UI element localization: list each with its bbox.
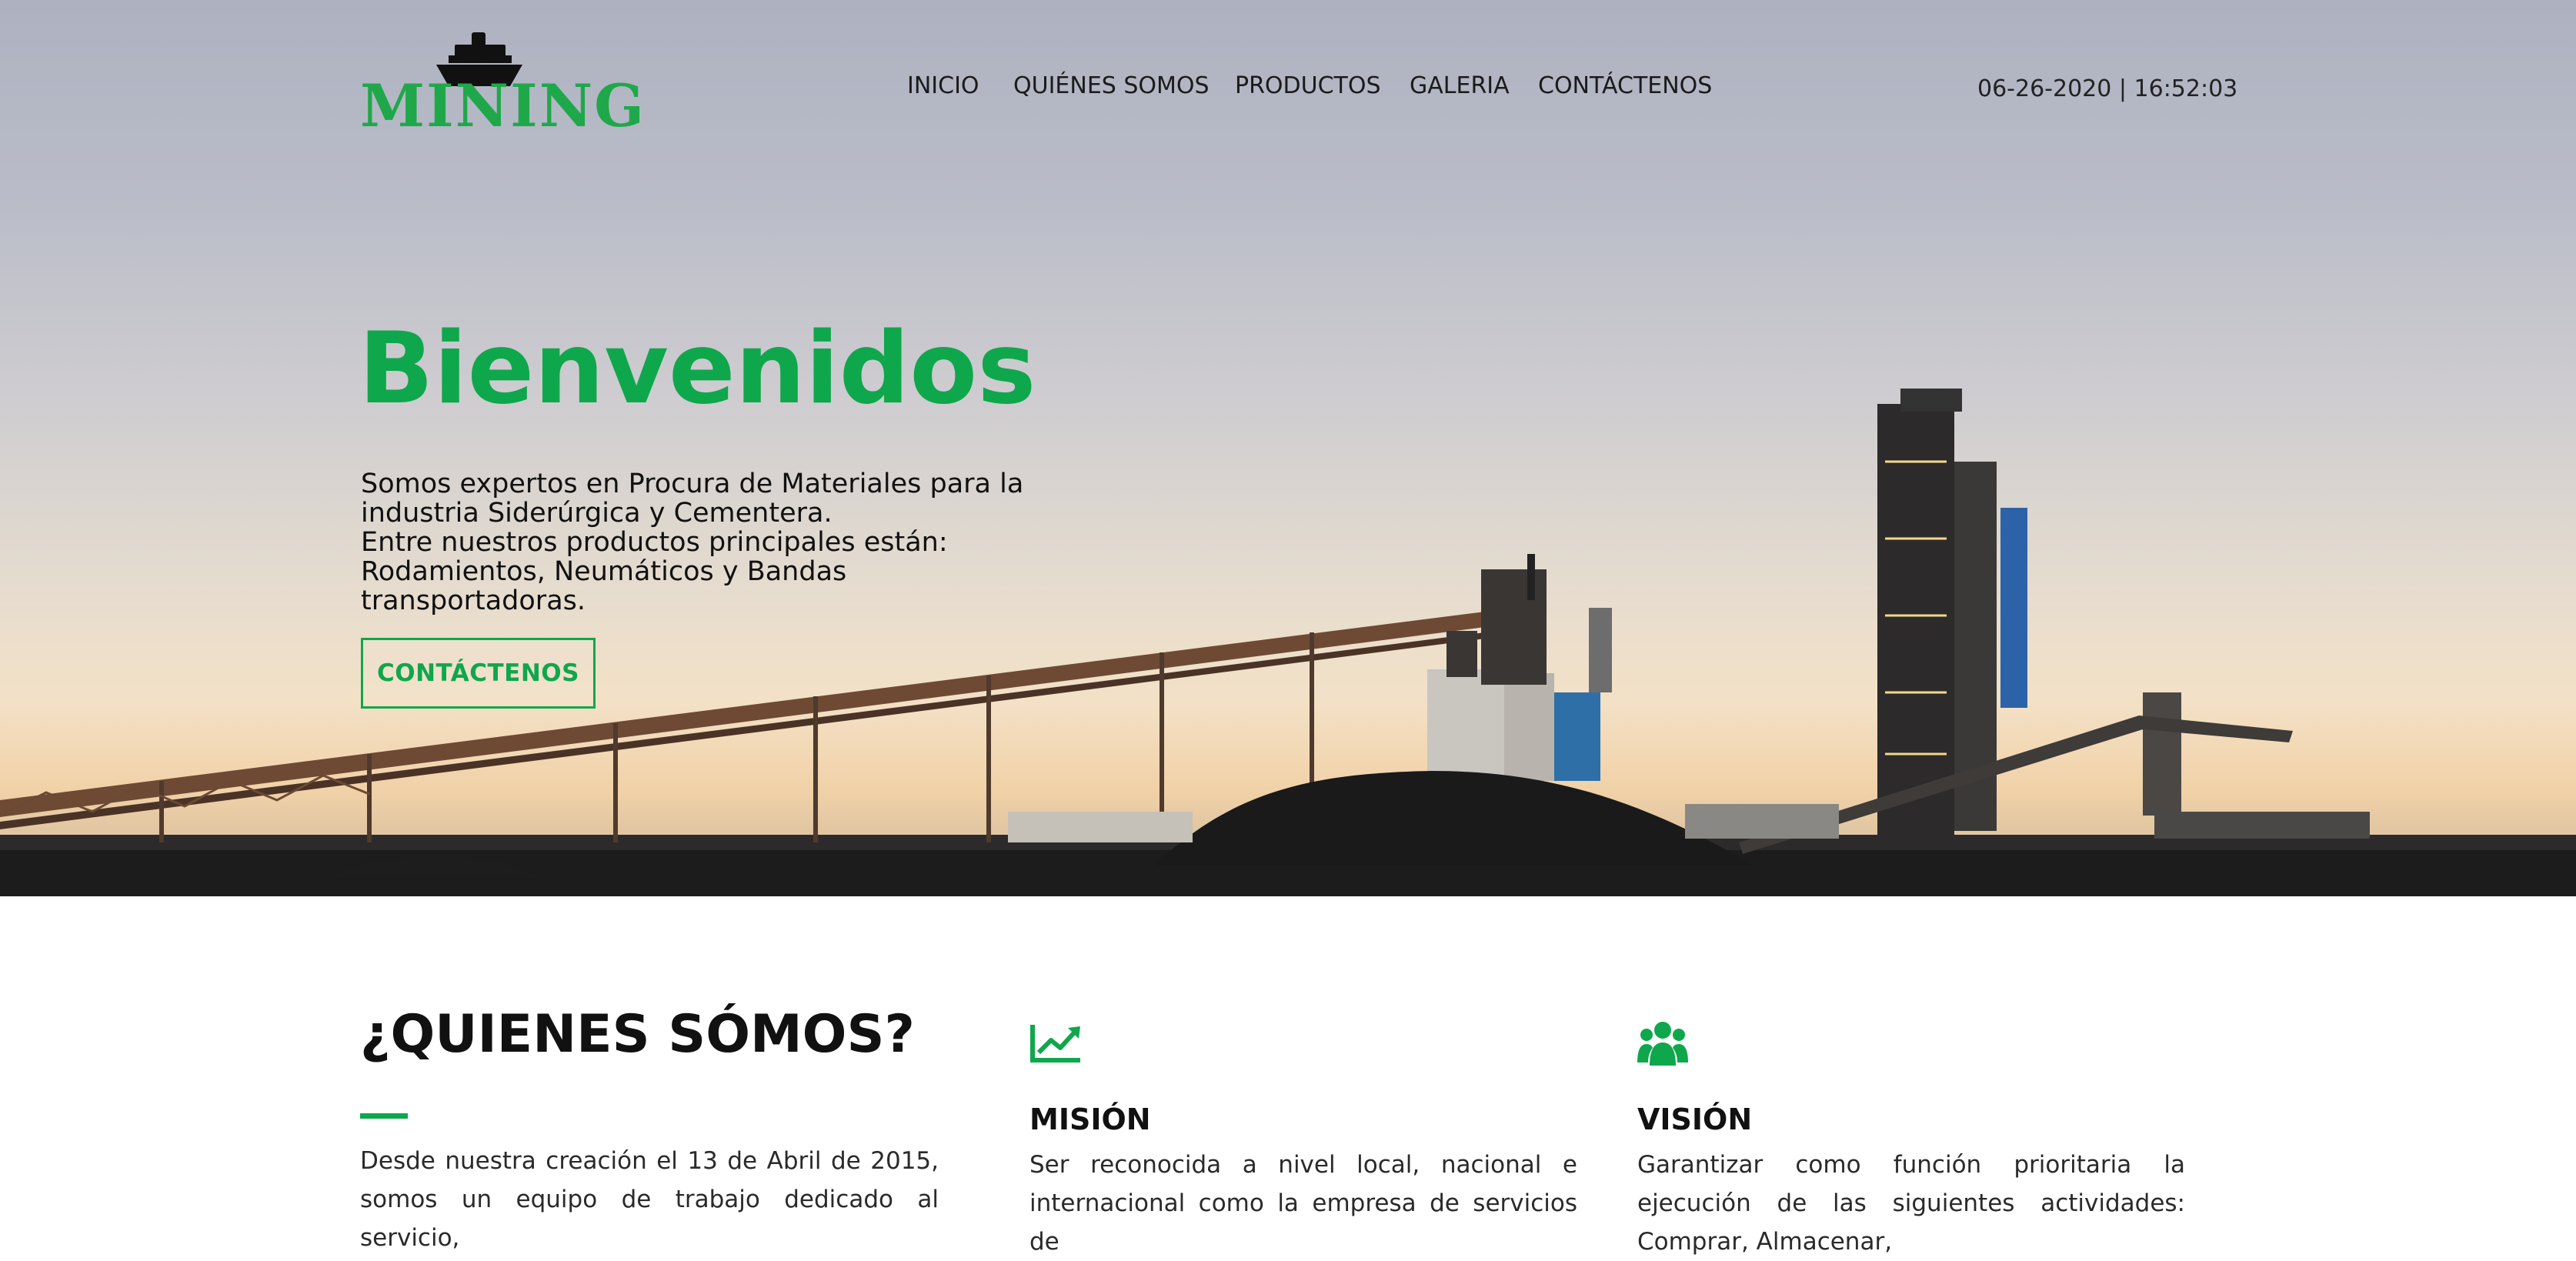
nav-item-inicio[interactable]: INICIO bbox=[907, 71, 979, 102]
nav-item-quienes-somos[interactable]: QUIÉNES SOMOS bbox=[1013, 71, 1210, 102]
nav-item-galeria[interactable]: GALERIA bbox=[1410, 71, 1510, 102]
hero-line: Entre nuestros productos principales est… bbox=[361, 527, 948, 558]
hero-title: Bienvenidos bbox=[359, 312, 1036, 426]
mission-heading: MISIÓN bbox=[1029, 1103, 1151, 1136]
nav-item-contactenos[interactable]: CONTÁCTENOS bbox=[1538, 71, 1712, 102]
hero-line: Somos expertos en Procura de Materiales … bbox=[361, 469, 1024, 499]
nav-item-productos[interactable]: PRODUCTOS bbox=[1235, 71, 1381, 102]
title-underline bbox=[360, 1113, 408, 1119]
date-time-display: 06-26-2020 | 16:52:03 bbox=[1977, 75, 2238, 102]
hero-line: transportadoras. bbox=[361, 585, 586, 616]
hero-line: industria Siderúrgica y Cementera. bbox=[361, 498, 833, 529]
mission-text: Ser reconocida a nivel local, nacional e… bbox=[1029, 1151, 1577, 1256]
hero-description: Somos expertos en Procura de Materiales … bbox=[361, 469, 1038, 615]
hero-line: Rodamientos, Neumáticos y Bandas bbox=[361, 556, 847, 587]
hero-section: MINING INICIO QUIÉNES SOMOS PRODUCTOS GA… bbox=[0, 0, 2576, 896]
vision-heading: VISIÓN bbox=[1637, 1103, 1753, 1136]
contact-button[interactable]: CONTÁCTENOS bbox=[361, 638, 596, 709]
about-title: ¿QUIENES SÓMOS? bbox=[360, 1004, 915, 1065]
vision-text: Garantizar como función prioritaria la e… bbox=[1637, 1151, 2185, 1256]
chart-line-icon bbox=[1030, 1025, 1080, 1063]
users-icon bbox=[1637, 1022, 1688, 1066]
about-text: Desde nuestra creación el 13 de Abril de… bbox=[360, 1147, 939, 1252]
